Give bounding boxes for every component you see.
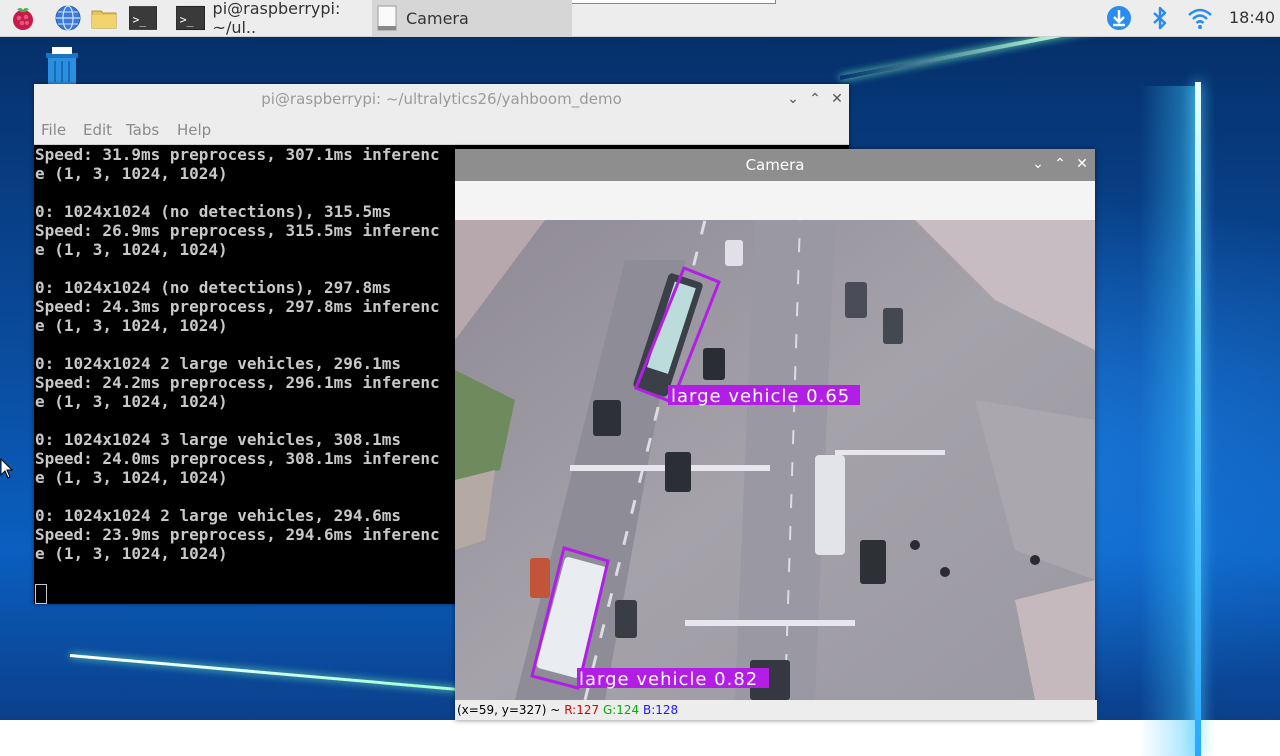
terminal-line: Speed: 31.9ms preprocess, 307.1ms infere… xyxy=(35,145,440,164)
close-icon[interactable]: ✕ xyxy=(1071,149,1093,180)
detection-label: large vehicle 0.82 xyxy=(579,669,758,690)
wifi-icon[interactable] xyxy=(1186,4,1214,32)
menu-edit[interactable]: Edit xyxy=(83,121,112,139)
terminal-line: 0: 1024x1024 (no detections), 315.5ms xyxy=(35,202,392,221)
pixel-coords: (x=59, y=327) ~ xyxy=(457,703,561,717)
web-browser-icon[interactable] xyxy=(54,4,82,32)
detection-label: large vehicle 0.65 xyxy=(671,386,850,407)
window-title: Camera xyxy=(745,156,805,174)
terminal-line: Speed: 24.0ms preprocess, 308.1ms infere… xyxy=(35,449,440,468)
terminal-menubar: File Edit Tabs Help xyxy=(34,115,849,145)
menu-file[interactable]: File xyxy=(41,121,66,139)
blue-value: B:128 xyxy=(643,703,679,717)
menu-tabs[interactable]: Tabs xyxy=(126,121,159,139)
wallpaper-light-streak xyxy=(69,654,469,692)
wallpaper-light-edge xyxy=(1195,82,1201,756)
green-value: G:124 xyxy=(602,703,640,717)
taskbar-item-camera[interactable]: Camera xyxy=(372,0,572,36)
terminal-line: 0: 1024x1024 (no detections), 297.8ms xyxy=(35,278,392,297)
svg-text:>_: >_ xyxy=(180,12,194,26)
close-icon[interactable]: ✕ xyxy=(826,84,848,115)
terminal-line: e (1, 3, 1024, 1024) xyxy=(35,316,228,335)
terminal-line: Speed: 24.3ms preprocess, 297.8ms infere… xyxy=(35,297,440,316)
terminal-line: 0: 1024x1024 2 large vehicles, 294.6ms xyxy=(35,506,402,525)
terminal-output[interactable]: Speed: 31.9ms preprocess, 307.1ms infere… xyxy=(35,145,455,604)
terminal-icon[interactable]: >_ xyxy=(129,4,157,32)
trash-icon[interactable] xyxy=(40,44,84,88)
terminal-line: e (1, 3, 1024, 1024) xyxy=(35,468,228,487)
terminal-line: e (1, 3, 1024, 1024) xyxy=(35,544,228,563)
taskbar: >_ >_ pi@raspberrypi: ~/ul.. Camera 18:4… xyxy=(0,0,1280,37)
aerial-traffic-image: large vehicle 0.65 large vehicle 0.82 xyxy=(455,220,1095,700)
camera-toolbar xyxy=(455,181,1095,220)
document-icon xyxy=(377,5,397,31)
terminal-line: Speed: 26.9ms preprocess, 315.5ms infere… xyxy=(35,221,440,240)
taskbar-item-label: pi@raspberrypi: ~/ul.. xyxy=(212,0,341,37)
terminal-cursor xyxy=(35,584,47,604)
mouse-pointer-icon xyxy=(0,458,14,479)
maximize-icon[interactable]: ⌃ xyxy=(1049,149,1071,180)
camera-window[interactable]: Camera ⌄ ⌃ ✕ large vehicle 0.65 large ve… xyxy=(455,149,1097,720)
maximize-icon[interactable]: ⌃ xyxy=(804,84,826,115)
terminal-line: Speed: 24.2ms preprocess, 296.1ms infere… xyxy=(35,373,440,392)
camera-titlebar[interactable]: Camera ⌄ ⌃ ✕ xyxy=(455,149,1095,181)
red-value: R:127 xyxy=(564,703,600,717)
download-icon[interactable] xyxy=(1105,4,1133,32)
minimize-icon[interactable]: ⌄ xyxy=(1027,149,1049,180)
wallpaper-glow xyxy=(1140,86,1200,756)
terminal-line: 0: 1024x1024 2 large vehicles, 296.1ms xyxy=(35,354,402,373)
bluetooth-icon[interactable] xyxy=(1146,4,1174,32)
clock[interactable]: 18:40 xyxy=(1229,8,1275,27)
pixel-info-status: (x=59, y=327) ~ R:127 G:124 B:128 xyxy=(455,700,1097,720)
camera-feed[interactable]: large vehicle 0.65 large vehicle 0.82 xyxy=(455,220,1095,700)
terminal-icon: >_ xyxy=(176,5,205,31)
file-manager-icon[interactable] xyxy=(90,4,118,32)
minimize-icon[interactable]: ⌄ xyxy=(782,84,804,115)
terminal-titlebar[interactable]: pi@raspberrypi: ~/ultralytics26/yahboom_… xyxy=(34,84,849,115)
terminal-line: Speed: 23.9ms preprocess, 294.6ms infere… xyxy=(35,525,440,544)
taskbar-item-terminal[interactable]: >_ pi@raspberrypi: ~/ul.. xyxy=(172,0,370,37)
terminal-line: e (1, 3, 1024, 1024) xyxy=(35,392,228,411)
terminal-line: 0: 1024x1024 3 large vehicles, 308.1ms xyxy=(35,430,402,449)
menu-help[interactable]: Help xyxy=(177,121,211,139)
taskbar-item-label: Camera xyxy=(406,8,469,28)
raspberry-menu-icon[interactable] xyxy=(9,4,37,32)
svg-text:>_: >_ xyxy=(133,12,147,26)
terminal-line: e (1, 3, 1024, 1024) xyxy=(35,164,228,183)
terminal-line: e (1, 3, 1024, 1024) xyxy=(35,240,228,259)
window-title: pi@raspberrypi: ~/ultralytics26/yahboom_… xyxy=(261,90,622,108)
